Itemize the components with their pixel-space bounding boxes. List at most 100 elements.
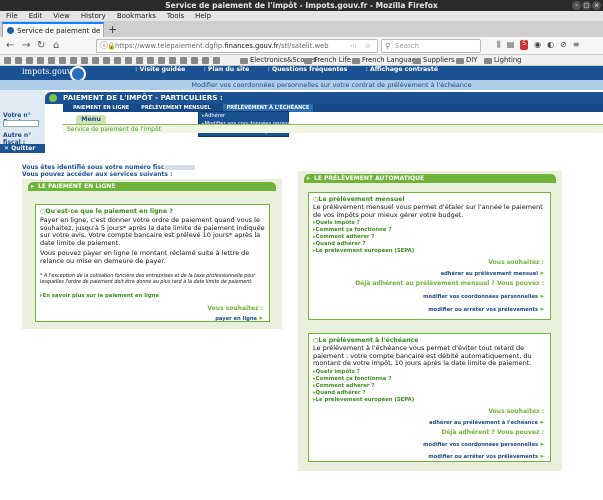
mensuel-link-fonctionne[interactable]: Comment ça fonctionne ?: [313, 227, 392, 233]
link-questions-frequentes[interactable]: Questions fréquentes: [267, 66, 347, 73]
mensuel-link-quand[interactable]: Quand adhérer ?: [313, 241, 366, 247]
prelevement-panel: LE PRÉLÈVEMENT AUTOMATIQUE Le prélèvemen…: [298, 171, 562, 471]
panel-title: LE PAIEMENT EN LIGNE: [28, 182, 276, 191]
quitter-button[interactable]: ✕ Quitter: [0, 144, 45, 153]
url-domain: finances.gouv.fr: [224, 42, 279, 50]
bookmark-icon[interactable]: [213, 57, 220, 64]
extension-icon[interactable]: ◉: [534, 40, 541, 50]
top-links: Visite guidée Plan du site Questions fré…: [135, 66, 438, 73]
echeance-souhaitez: Vous souhaitez :: [488, 408, 544, 415]
url-bar[interactable]: ⓘ 🔒 https://www.telepaiement.dgfip.finan…: [96, 39, 378, 53]
menu-help[interactable]: Help: [195, 11, 211, 21]
tab-active[interactable]: Service de paiement de ×: [2, 22, 104, 37]
echeance-link-quand[interactable]: Quand adhérer ?: [313, 390, 366, 396]
adherer-mensuel-link[interactable]: adhérer au prélèvement mensuel: [441, 269, 544, 277]
window-title: Service de paiement de l'impôt - Impots.…: [165, 1, 438, 10]
bookmark-icon[interactable]: [202, 57, 209, 64]
link-plan-du-site[interactable]: Plan du site: [203, 66, 249, 73]
bookmark-folder[interactable]: DIY: [456, 55, 477, 65]
info-band: Modifier vos coordonnées personnelles su…: [0, 80, 603, 90]
bookmark-folder[interactable]: French Life: [304, 55, 351, 65]
blocker-icon[interactable]: ⊘: [560, 40, 567, 50]
echeance-modifier-link[interactable]: modifier vos coordonnées personnelles: [423, 440, 544, 448]
bookmark-icon[interactable]: [103, 57, 110, 64]
forward-icon[interactable]: →: [22, 40, 30, 51]
intro-line-2: Vous pouvez accéder aux services suivant…: [22, 171, 173, 178]
bookmark-folder[interactable]: Suppliers: [413, 55, 455, 65]
link-affichage-contraste[interactable]: Affichage contrasté: [365, 66, 438, 73]
mensuel-arreter-link[interactable]: modifier ou arrêter vos prélèvements: [428, 305, 544, 313]
menu-view[interactable]: View: [53, 11, 70, 21]
echeance-link-comment[interactable]: Comment adhérer ?: [313, 383, 375, 389]
bookmark-icon[interactable]: [70, 57, 77, 64]
echeance-link-fonctionne[interactable]: Comment ça fonctionne ?: [313, 376, 392, 382]
bookmark-icon[interactable]: [81, 57, 88, 64]
mensuel-link-sepa[interactable]: Le prélèvement européen (SEPA): [313, 248, 415, 254]
echeance-link-impots[interactable]: Quels impôts ?: [313, 369, 360, 375]
extension-badge[interactable]: 5: [520, 40, 529, 50]
mensuel-link-comment[interactable]: Comment adhérer ?: [313, 234, 375, 240]
tab-close-icon[interactable]: ×: [103, 26, 104, 35]
menu-edit[interactable]: Edit: [29, 11, 43, 21]
tab-paiement-en-ligne[interactable]: PAIEMENT EN LIGNE: [73, 104, 129, 112]
page-title-text: PAIEMENT DE L'IMPÔT - PARTICULIERS :: [63, 93, 223, 102]
reload-icon[interactable]: ↻: [37, 40, 45, 51]
hamburger-menu-icon[interactable]: ≡: [573, 40, 580, 50]
echeance-link-sepa[interactable]: Le prélèvement européen (SEPA): [313, 397, 415, 403]
folder-icon: [413, 57, 421, 64]
bookmarks-toolbar: Electronics&Scopes French Life French La…: [0, 55, 603, 66]
bookmark-icon[interactable]: [37, 57, 44, 64]
maximize-icon[interactable]: □: [582, 1, 591, 10]
bookmark-icon[interactable]: [92, 57, 99, 64]
search-icon: ⚲: [385, 42, 391, 50]
bookmark-icon[interactable]: [26, 57, 33, 64]
bookmark-icon[interactable]: [191, 57, 198, 64]
home-icon[interactable]: ⌂: [53, 40, 59, 51]
mensuel-modifier-link[interactable]: modifier vos coordonnées personnelles: [423, 292, 544, 300]
echeance-arreter-link[interactable]: modifier ou arrêter vos prélèvements: [428, 452, 544, 460]
dropdown-item-adherer[interactable]: Adhérer: [199, 112, 288, 120]
search-input[interactable]: ⚲ Search: [381, 39, 481, 53]
bookmark-icon[interactable]: [158, 57, 165, 64]
en-savoir-plus-link[interactable]: En savoir plus sur le paiement en ligne: [40, 293, 159, 299]
souhaitez-label: Vous souhaitez :: [207, 305, 263, 312]
menu-tab[interactable]: Menu: [76, 115, 106, 124]
bookmark-icon[interactable]: [147, 57, 154, 64]
close-icon[interactable]: ×: [592, 1, 601, 10]
payer-en-ligne-link[interactable]: payer en ligne: [215, 314, 263, 322]
new-tab-icon[interactable]: +: [108, 23, 117, 36]
sidebar-icon[interactable]: ▤: [507, 40, 515, 50]
bookmark-folder[interactable]: Lighting: [484, 55, 521, 65]
echeance-deja-label: Déjà adhérent ? Vous pouvez :: [441, 429, 544, 436]
menu-history[interactable]: History: [81, 11, 106, 21]
library-icon[interactable]: ⫼: [497, 40, 501, 50]
bookmark-icon[interactable]: [114, 57, 121, 64]
bookmark-folder[interactable]: French Language: [352, 55, 420, 65]
bookmark-icon[interactable]: [180, 57, 187, 64]
menu-file[interactable]: File: [6, 11, 18, 21]
addon-icon[interactable]: ◐: [547, 40, 554, 50]
bookmark-icon[interactable]: [48, 57, 55, 64]
page-content: impots.gouv.fr Visite guidée Plan du sit…: [0, 66, 603, 500]
page-title: PAIEMENT DE L'IMPÔT - PARTICULIERS :: [45, 92, 603, 104]
paiement-en-ligne-panel: LE PAIEMENT EN LIGNE Qu'est-ce que le pa…: [22, 179, 282, 329]
mensuel-deja-label: Déjà adhérent au prélèvement mensuel ? V…: [355, 280, 544, 287]
bookmark-icon[interactable]: [136, 57, 143, 64]
menu-tools[interactable]: Tools: [167, 11, 184, 21]
bookmark-icon[interactable]: [169, 57, 176, 64]
mensuel-link-impots[interactable]: Quels impôts ?: [313, 220, 360, 226]
link-visite-guidee[interactable]: Visite guidée: [135, 66, 186, 73]
bookmark-icon[interactable]: [59, 57, 66, 64]
url-suffix: /stl/satelit.web: [278, 42, 329, 50]
redacted-number: [164, 165, 195, 170]
adherer-echeance-link[interactable]: adhérer au prélèvement à l'échéance: [429, 418, 544, 426]
quitter-label: Quitter: [11, 145, 36, 152]
bookmark-icon[interactable]: [4, 57, 11, 64]
bookmark-icon[interactable]: [125, 57, 132, 64]
menu-bookmarks[interactable]: Bookmarks: [117, 11, 156, 21]
mensuel-title: Le prélèvement mensuel: [313, 196, 404, 203]
page-actions-icon[interactable]: ⋯ ☆: [350, 40, 374, 52]
minimize-icon[interactable]: –: [572, 1, 581, 10]
back-icon[interactable]: ←: [6, 40, 14, 51]
bookmark-icon[interactable]: [15, 57, 22, 64]
